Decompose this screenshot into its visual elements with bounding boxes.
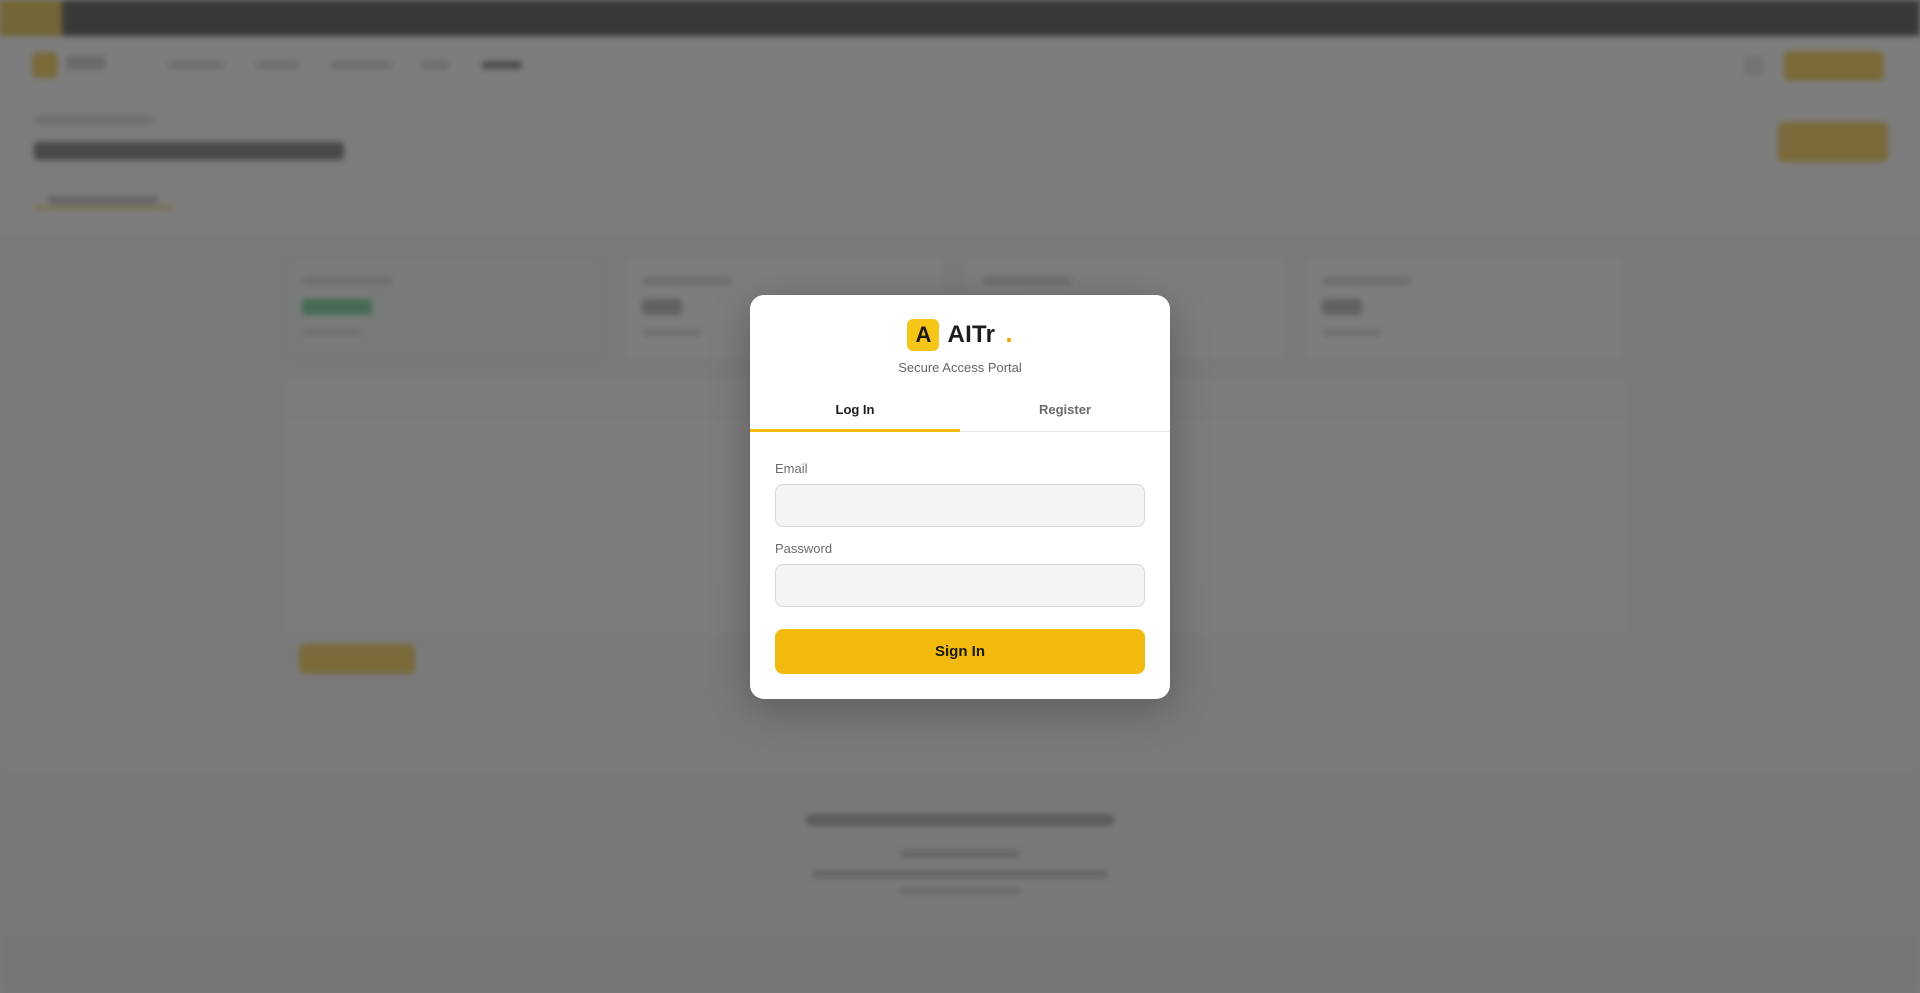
login-modal: A AITr . Secure Access Portal Log In Reg… [750,295,1170,699]
tab-log-in[interactable]: Log In [750,387,960,432]
password-field[interactable] [775,564,1145,607]
brand-dot: . [1005,317,1013,348]
brand-logo-icon: A [907,319,940,351]
brand: A AITr . [750,317,1170,351]
brand-name: AITr [947,321,996,348]
password-label: Password [775,541,833,556]
portal-subtitle: Secure Access Portal [898,360,1022,375]
email-field[interactable] [775,484,1145,527]
auth-tabs: Log In Register [750,387,1170,432]
email-label: Email [775,461,808,476]
sign-in-button[interactable]: Sign In [775,629,1145,674]
tab-register[interactable]: Register [960,387,1170,431]
